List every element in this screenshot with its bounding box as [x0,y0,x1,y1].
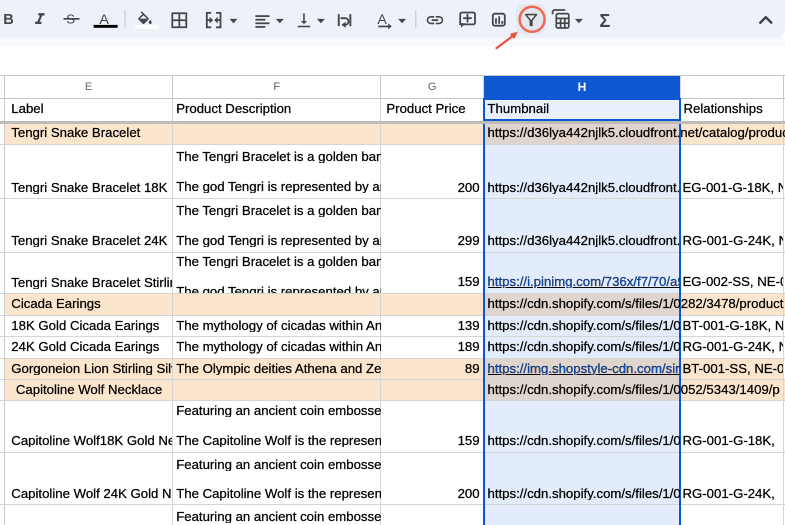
svg-text:B: B [3,12,14,28]
svg-text:Σ: Σ [599,11,610,31]
